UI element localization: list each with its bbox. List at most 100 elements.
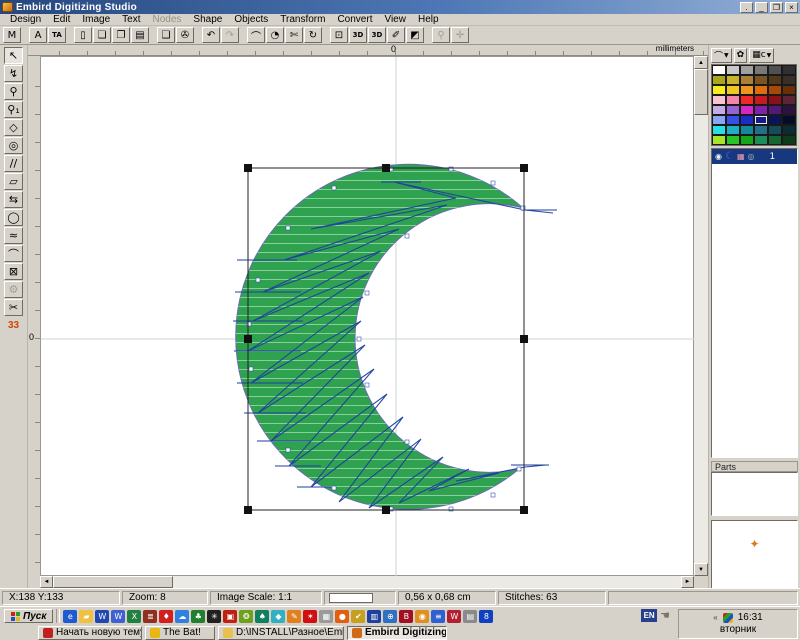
palette-swatch[interactable] xyxy=(754,65,768,75)
palette-swatch[interactable] xyxy=(768,115,782,125)
start-button[interactable]: Пуск xyxy=(4,609,53,623)
quicklaunch-icon[interactable]: 8 xyxy=(479,610,493,623)
quicklaunch-icon[interactable]: ≣ xyxy=(143,610,157,623)
design-canvas[interactable] xyxy=(40,56,694,576)
palette-swatch[interactable] xyxy=(754,125,768,135)
language-indicator[interactable]: EN xyxy=(641,609,657,622)
tool-outline-shape[interactable]: ◯ xyxy=(4,209,23,226)
close-button[interactable]: × xyxy=(785,2,798,13)
tool-stitch-points[interactable]: ✂ xyxy=(4,299,23,316)
quicklaunch-icon[interactable]: ☁ xyxy=(175,610,189,623)
hoop-window-button[interactable]: ⊡ xyxy=(330,27,348,43)
tool-arc-line[interactable]: ⌒ xyxy=(4,245,23,262)
palette-swatch[interactable] xyxy=(712,115,726,125)
palette-swatch[interactable] xyxy=(754,95,768,105)
quicklaunch-icon[interactable]: ≡ xyxy=(431,610,445,623)
view-3d-button[interactable]: 3D xyxy=(349,27,367,43)
palette-swatch[interactable] xyxy=(726,105,740,115)
palette-swatch[interactable] xyxy=(768,135,782,145)
tool-edit-nodes[interactable]: ↯ xyxy=(4,65,23,82)
quicklaunch-icon[interactable]: B xyxy=(399,610,413,623)
tray-windows-icon[interactable] xyxy=(723,613,733,623)
palette-swatch[interactable] xyxy=(754,85,768,95)
quicklaunch-icon[interactable]: e xyxy=(63,610,77,623)
palette-swatch[interactable] xyxy=(726,115,740,125)
tool-select[interactable]: ↖ xyxy=(4,47,23,64)
palette-swatch[interactable] xyxy=(712,135,726,145)
palette-swatch[interactable] xyxy=(754,105,768,115)
quicklaunch-icon[interactable]: W xyxy=(111,610,125,623)
menu-convert[interactable]: Convert xyxy=(331,14,378,25)
palette-swatch[interactable] xyxy=(782,95,796,105)
taskbar-button[interactable]: D:\INSTALL\Разное\Embird xyxy=(218,626,344,640)
palette-swatch[interactable] xyxy=(768,75,782,85)
sew-simulator-button[interactable]: ✐ xyxy=(387,27,405,43)
palette-swatch[interactable] xyxy=(768,65,782,75)
minimize-button[interactable]: _ xyxy=(755,2,768,13)
palette-swatch[interactable] xyxy=(740,75,754,85)
palette-swatch[interactable] xyxy=(782,125,796,135)
quicklaunch-icon[interactable]: W xyxy=(95,610,109,623)
palette-swatch[interactable] xyxy=(726,95,740,105)
copy-button[interactable]: ❑ xyxy=(157,27,175,43)
quicklaunch-icon[interactable]: ▣ xyxy=(223,610,237,623)
palette-swatch[interactable] xyxy=(768,95,782,105)
quicklaunch-icon[interactable]: ▦ xyxy=(319,610,333,623)
palette-swatch[interactable] xyxy=(712,125,726,135)
quicklaunch-icon[interactable]: ♠ xyxy=(255,610,269,623)
window-extra-button[interactable]: . xyxy=(740,2,753,13)
menu-image[interactable]: Image xyxy=(76,14,116,25)
palette-swatch[interactable] xyxy=(726,135,740,145)
palette-swatch[interactable] xyxy=(782,115,796,125)
palette-swatch[interactable] xyxy=(712,105,726,115)
menu-text[interactable]: Text xyxy=(116,14,146,25)
taskbar-button[interactable]: The Bat! xyxy=(145,626,215,640)
quicklaunch-icon[interactable]: ▥ xyxy=(367,610,381,623)
quicklaunch-icon[interactable]: ❂ xyxy=(239,610,253,623)
quicklaunch-icon[interactable]: ✎ xyxy=(287,610,301,623)
quicklaunch-icon[interactable]: ✔ xyxy=(351,610,365,623)
tool-delete-shape[interactable]: ⊠ xyxy=(4,263,23,280)
palette-swatch[interactable] xyxy=(740,85,754,95)
palette-swatch[interactable] xyxy=(726,125,740,135)
hand-tray-icon[interactable]: ☚ xyxy=(660,609,670,622)
gauge-button[interactable]: ◔ xyxy=(266,27,284,43)
menu-help[interactable]: Help xyxy=(412,14,445,25)
palette-swatch[interactable] xyxy=(768,105,782,115)
tool-column-arrows[interactable]: ⇆ xyxy=(4,191,23,208)
taskbar-button[interactable]: Начать новую тему :: B... xyxy=(38,626,142,640)
tool-zigzag-line[interactable]: ≈ xyxy=(4,227,23,244)
stitch-pattern-dropdown[interactable]: ▦c▼ xyxy=(749,48,774,63)
quicklaunch-icon[interactable]: ▤ xyxy=(463,610,477,623)
palette-swatch[interactable] xyxy=(740,105,754,115)
new-design-button[interactable]: ▯ xyxy=(74,27,92,43)
quicklaunch-icon[interactable]: ⊕ xyxy=(383,610,397,623)
quicklaunch-icon[interactable]: ♦ xyxy=(159,610,173,623)
palette-swatch[interactable] xyxy=(740,65,754,75)
tool-fill-shape[interactable]: ◇ xyxy=(4,119,23,136)
scroll-down-button[interactable]: ▼ xyxy=(694,563,708,576)
quicklaunch-icon[interactable]: ✶ xyxy=(303,610,317,623)
vscroll-thumb[interactable] xyxy=(694,69,708,115)
palette-swatch[interactable] xyxy=(768,125,782,135)
palette-swatch[interactable] xyxy=(712,75,726,85)
quicklaunch-icon[interactable]: ✳ xyxy=(207,610,221,623)
palette-swatch[interactable] xyxy=(782,105,796,115)
palette-swatch[interactable] xyxy=(754,135,768,145)
image-palette-button[interactable]: ◩ xyxy=(406,27,424,43)
palette-swatch[interactable] xyxy=(754,115,768,125)
taskbar-button[interactable]: Embird Digitizing Stud... xyxy=(347,626,447,640)
palette-swatch[interactable] xyxy=(712,95,726,105)
rotate-button[interactable]: ↻ xyxy=(304,27,322,43)
palette-swatch[interactable] xyxy=(782,85,796,95)
curve-style-dropdown[interactable]: ⌒▼ xyxy=(711,48,732,63)
menu-objects[interactable]: Objects xyxy=(228,14,274,25)
palette-swatch[interactable] xyxy=(712,85,726,95)
tool-fill-with-hole[interactable]: ◎ xyxy=(4,137,23,154)
tool-zoom[interactable]: ⚲ xyxy=(4,83,23,100)
quicklaunch-icon[interactable]: X xyxy=(127,610,141,623)
menu-transform[interactable]: Transform xyxy=(274,14,331,25)
scroll-up-button[interactable]: ▲ xyxy=(694,56,708,69)
thread-spool[interactable]: ✿ xyxy=(734,48,748,63)
scroll-left-button[interactable]: ◄ xyxy=(40,576,53,588)
